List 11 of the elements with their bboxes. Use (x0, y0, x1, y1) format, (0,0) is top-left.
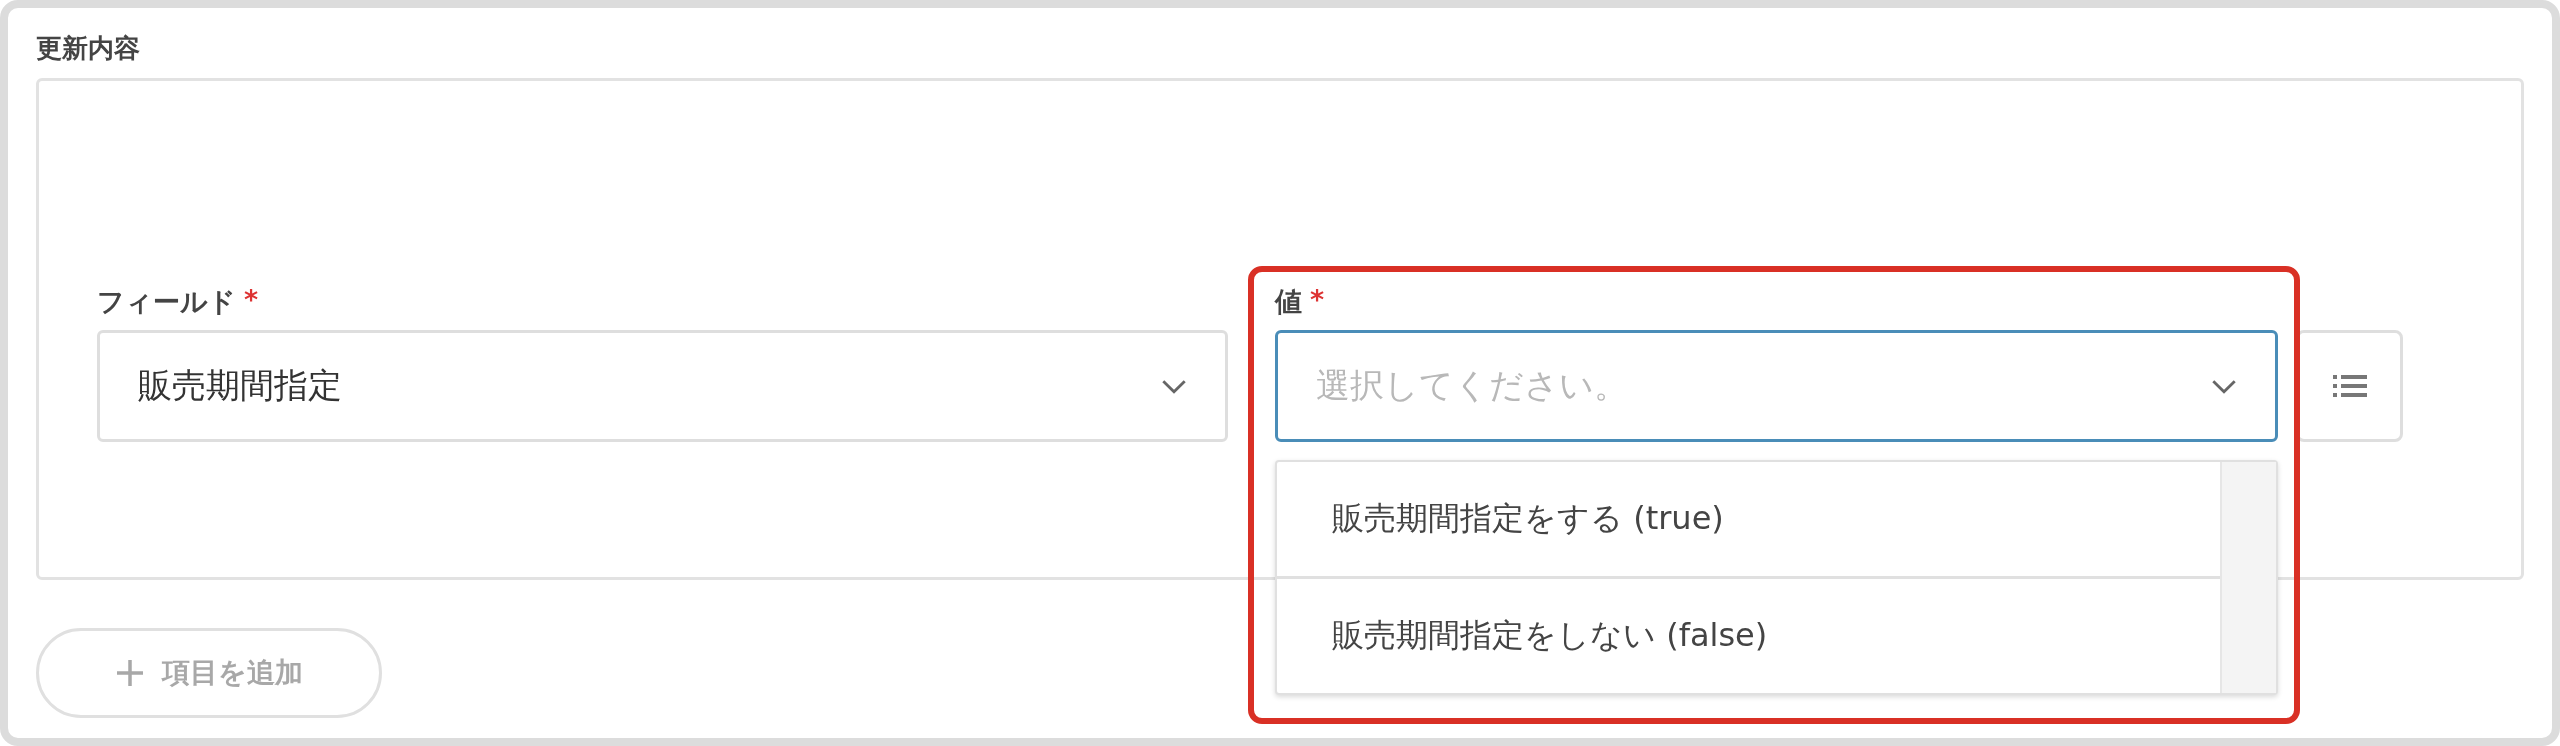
chevron-down-icon (2211, 378, 2237, 394)
chevron-down-icon (1161, 378, 1187, 394)
section-title: 更新内容 (36, 32, 141, 65)
required-mark: * (1310, 284, 1325, 317)
dropdown-option[interactable]: 販売期間指定をしない (false) (1277, 579, 2220, 693)
field-label: フィールド (97, 285, 236, 319)
value-label: 値 (1275, 285, 1302, 319)
plus-icon (115, 659, 144, 687)
list-icon (2332, 374, 2367, 398)
required-mark: * (244, 284, 259, 317)
field-select[interactable]: 販売期間指定 (97, 330, 1228, 442)
